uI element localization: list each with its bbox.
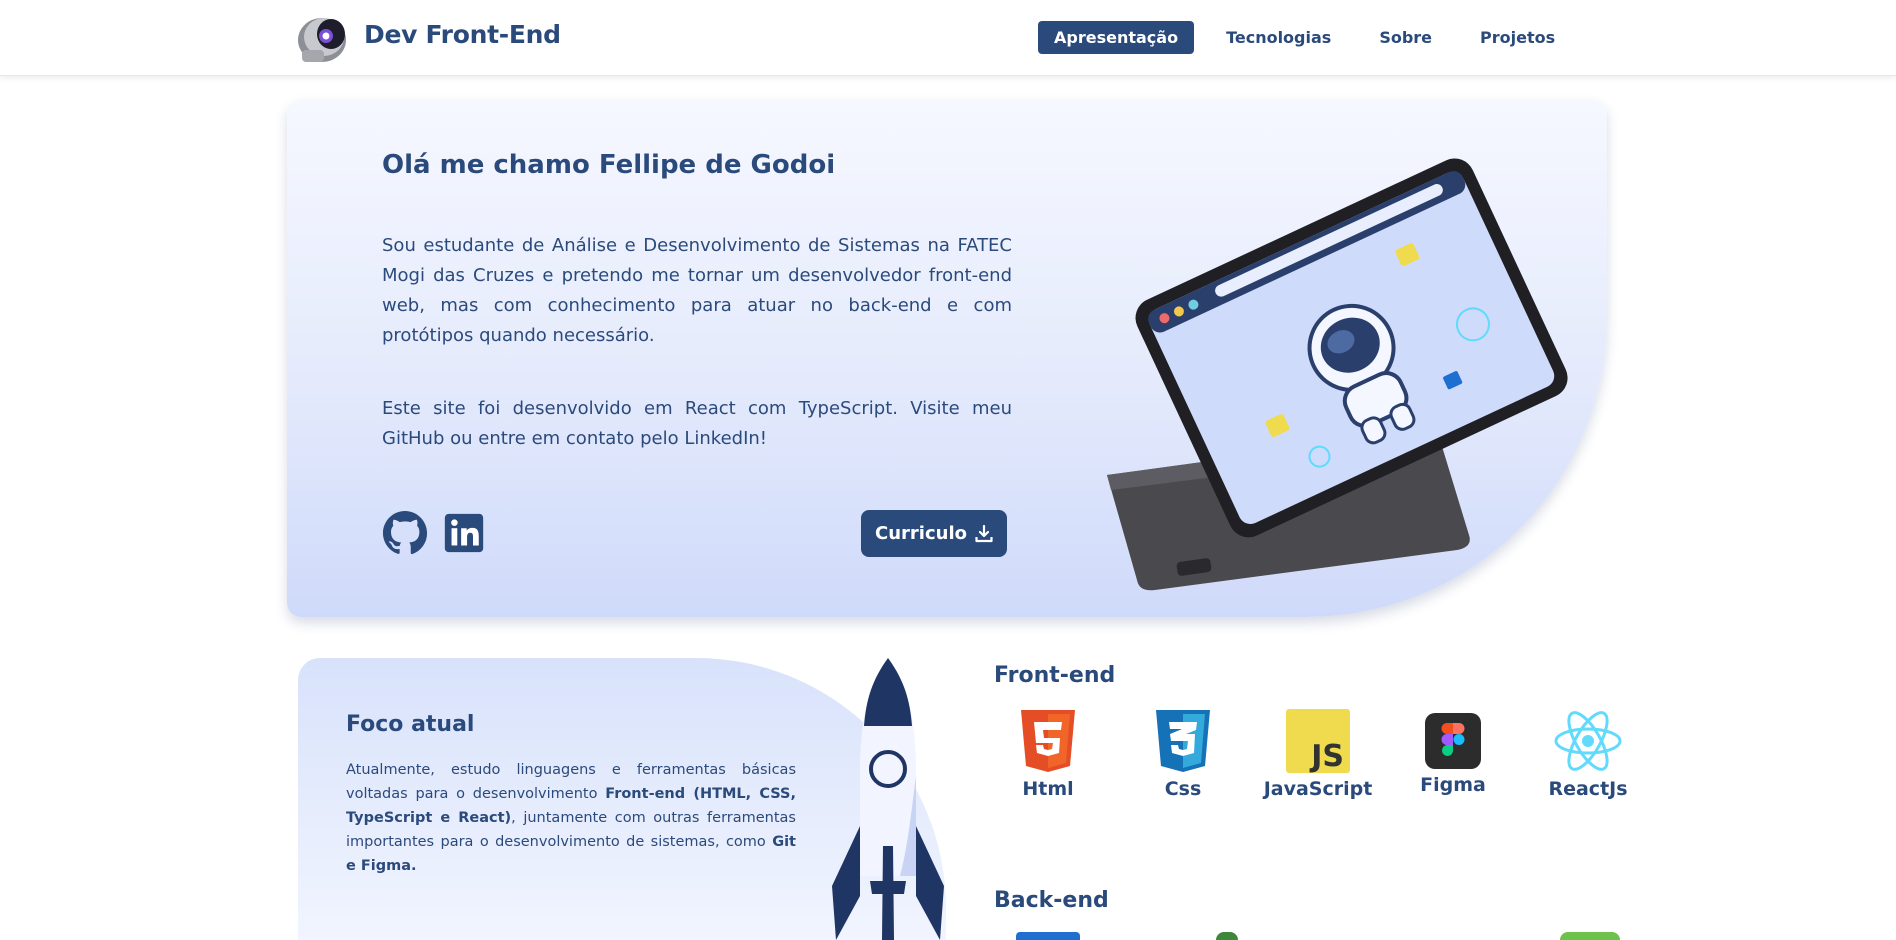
hero-site-paragraph: Este site foi desenvolvido em React com … [382, 398, 1012, 449]
astronaut-logo-icon[interactable] [296, 10, 352, 66]
css3-icon [1156, 710, 1210, 772]
linkedin-icon[interactable] [441, 510, 487, 556]
figma-icon [1425, 713, 1481, 769]
header: Dev Front-End Apresentação Tecnologias S… [0, 0, 1896, 76]
nav-tecnologias[interactable]: Tecnologias [1210, 21, 1347, 54]
nav-projetos[interactable]: Projetos [1464, 21, 1571, 54]
hero-title: Olá me chamo Fellipe de Godoi [382, 150, 836, 180]
rocket-illustration [832, 658, 944, 940]
nav-apresentacao[interactable]: Apresentação [1038, 21, 1195, 54]
tech-javascript[interactable]: JS JavaScript [1258, 708, 1378, 800]
download-icon [975, 524, 993, 542]
backend-tech-icon-peek [1216, 932, 1238, 940]
tech-react-label: ReactJs [1548, 778, 1628, 800]
svg-text:JS: JS [1309, 739, 1344, 774]
backend-tech-icon-peek [1560, 932, 1620, 940]
main-nav: Apresentação Tecnologias Sobre Projetos [1038, 21, 1587, 54]
tech-javascript-label: JavaScript [1263, 778, 1373, 800]
frontend-section-title: Front-end [994, 663, 1116, 688]
backend-tech-icon-peek [1016, 932, 1080, 940]
hero-intro-paragraph: Sou estudante de Análise e Desenvolvimen… [382, 235, 1012, 346]
tech-figma[interactable]: Figma [1393, 708, 1513, 796]
tech-html-label: Html [1022, 778, 1074, 800]
github-icon[interactable] [382, 510, 428, 556]
html5-icon [1021, 710, 1075, 772]
react-icon [1554, 711, 1622, 771]
backend-section-title: Back-end [994, 888, 1109, 913]
nav-sobre[interactable]: Sobre [1363, 21, 1448, 54]
focus-text: Atualmente, estudo linguagens e ferramen… [346, 762, 796, 874]
brand-name[interactable]: Dev Front-End [364, 20, 561, 49]
focus-title: Foco atual [346, 712, 475, 737]
curriculo-download-button[interactable]: Curriculo [861, 510, 1007, 557]
curriculo-label: Curriculo [875, 523, 967, 544]
javascript-icon: JS [1286, 709, 1350, 774]
tech-css-label: Css [1164, 778, 1202, 800]
tech-html[interactable]: Html [988, 708, 1108, 800]
tech-figma-label: Figma [1420, 774, 1486, 796]
tech-css[interactable]: Css [1123, 708, 1243, 800]
tech-react[interactable]: ReactJs [1528, 708, 1648, 800]
hero-card: Olá me chamo Fellipe de Godoi Sou estuda… [287, 100, 1607, 617]
tablet-astronaut-illustration [1107, 158, 1568, 591]
